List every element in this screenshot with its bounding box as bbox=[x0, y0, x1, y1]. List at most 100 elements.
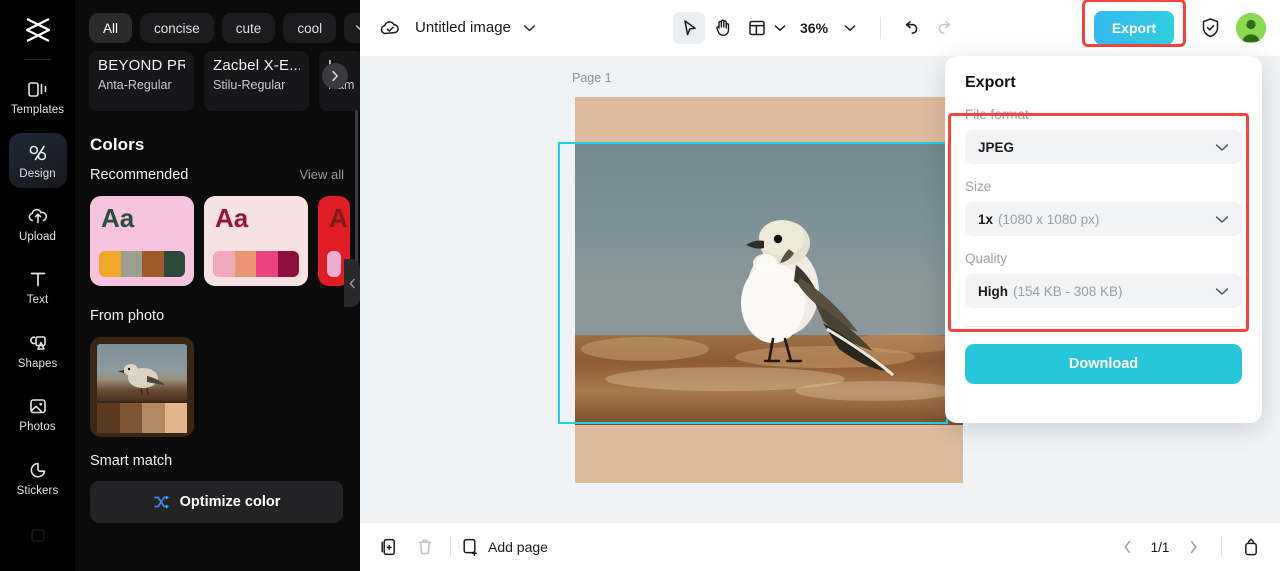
hand-icon bbox=[714, 18, 732, 37]
sidebar-item-more[interactable] bbox=[9, 508, 67, 563]
size-label: Size bbox=[965, 179, 992, 194]
layout-panel-icon bbox=[741, 12, 773, 44]
chevron-down-icon bbox=[1215, 287, 1229, 296]
chip-concise[interactable]: concise bbox=[140, 13, 214, 43]
hand-tool-button[interactable] bbox=[707, 12, 739, 44]
chip-more-button[interactable] bbox=[344, 13, 360, 43]
palette-sample-text: A bbox=[329, 203, 348, 233]
quality-label: Quality bbox=[965, 251, 1008, 266]
frames-icon bbox=[27, 524, 49, 546]
filter-chip-row: All concise cute cool bbox=[75, 0, 360, 51]
palette-strip bbox=[99, 251, 185, 277]
recommended-header: Recommended View all bbox=[75, 155, 360, 183]
duplicate-page-icon[interactable] bbox=[374, 532, 404, 562]
font-card[interactable]: Zacbel X-E... Stilu-Regular bbox=[204, 51, 309, 111]
from-photo-card[interactable] bbox=[90, 337, 194, 437]
zoom-level-value[interactable]: 36% bbox=[800, 20, 828, 36]
prev-page-button[interactable] bbox=[1113, 533, 1141, 561]
page-indicator: 1/1 bbox=[1150, 539, 1170, 555]
size-select[interactable]: 1x (1080 x 1080 px) bbox=[965, 202, 1242, 236]
export-popover: Export File format JPEG Size 1x (1080 x … bbox=[945, 56, 1262, 423]
quality-select[interactable]: High (154 KB - 308 KB) bbox=[965, 274, 1242, 308]
bottom-toolbar: Add page 1/1 bbox=[360, 522, 1280, 571]
add-page-label: Add page bbox=[488, 539, 548, 555]
export-popover-title: Export bbox=[965, 74, 1016, 91]
sidebar-item-photos[interactable]: Photos bbox=[9, 387, 67, 442]
optimize-color-label: Optimize color bbox=[179, 494, 281, 510]
sidebar-item-stickers[interactable]: Stickers bbox=[9, 450, 67, 505]
next-page-button[interactable] bbox=[1179, 533, 1207, 561]
font-card-row: BEYOND PRO... Anta-Regular Zacbel X-E...… bbox=[75, 51, 360, 111]
document-title[interactable]: Untitled image bbox=[415, 19, 511, 36]
add-page-button[interactable]: Add page bbox=[461, 537, 548, 557]
palette-sample-text: Aa bbox=[101, 203, 135, 233]
view-all-link[interactable]: View all bbox=[299, 167, 344, 182]
colors-section-title: Colors bbox=[90, 135, 145, 154]
chevron-left-icon bbox=[349, 278, 356, 289]
sidebar-label-templates: Templates bbox=[10, 104, 65, 117]
font-sample: Zacbel X-E... bbox=[213, 57, 300, 74]
sidebar-item-templates[interactable]: Templates bbox=[9, 69, 67, 124]
palette-card[interactable]: Aa bbox=[204, 196, 308, 286]
sidebar-label-text: Text bbox=[26, 294, 49, 307]
export-button-wrapper: Export bbox=[1082, 0, 1186, 47]
top-toolbar: Untitled image 36% Export bbox=[360, 0, 1280, 56]
document-title-caret-icon[interactable] bbox=[523, 24, 536, 32]
file-format-label: File format bbox=[965, 107, 1029, 122]
file-format-select[interactable]: JPEG bbox=[965, 130, 1242, 164]
font-name: Anta-Regular bbox=[98, 78, 172, 92]
page-navigation: 1/1 bbox=[1113, 532, 1266, 562]
shield-check-icon[interactable] bbox=[1194, 12, 1226, 44]
font-card[interactable]: BEYOND PRO... Anta-Regular bbox=[89, 51, 194, 111]
file-format-value: JPEG bbox=[978, 139, 1015, 155]
undo-button[interactable] bbox=[895, 12, 927, 44]
from-photo-thumbnail bbox=[97, 344, 187, 401]
chip-cool[interactable]: cool bbox=[283, 13, 337, 43]
templates-icon bbox=[27, 78, 49, 100]
toolbar-divider bbox=[880, 16, 882, 39]
download-button[interactable]: Download bbox=[965, 344, 1242, 384]
sidebar-label-design: Design bbox=[19, 167, 56, 180]
capcut-logo-icon[interactable] bbox=[18, 14, 58, 47]
panel-collapse-handle[interactable] bbox=[344, 259, 360, 307]
export-button[interactable]: Export bbox=[1094, 10, 1174, 45]
zoom-caret-icon[interactable] bbox=[834, 12, 866, 44]
user-avatar[interactable] bbox=[1236, 12, 1266, 43]
expand-up-icon[interactable] bbox=[1236, 532, 1266, 562]
font-sample: BEYOND PRO... bbox=[98, 57, 185, 74]
page-canvas[interactable] bbox=[575, 97, 963, 483]
sidebar-item-shapes[interactable]: Shapes bbox=[9, 323, 67, 378]
chevron-down-icon bbox=[1215, 215, 1229, 224]
export-divider bbox=[965, 326, 1242, 327]
panel-scrollbar[interactable] bbox=[355, 110, 358, 270]
upload-cloud-icon bbox=[27, 205, 49, 227]
cursor-arrow-icon bbox=[681, 19, 698, 37]
sidebar-item-design[interactable]: Design bbox=[8, 132, 67, 189]
redo-button[interactable] bbox=[929, 12, 961, 44]
trash-icon[interactable] bbox=[410, 532, 440, 562]
bottom-divider bbox=[450, 537, 451, 557]
sidebar-label-upload: Upload bbox=[18, 231, 57, 244]
cloud-save-icon[interactable] bbox=[378, 16, 402, 40]
select-tool-button[interactable] bbox=[673, 11, 705, 44]
photo-element[interactable] bbox=[575, 143, 963, 425]
chip-all[interactable]: All bbox=[89, 13, 133, 43]
palette-card[interactable]: Aa bbox=[90, 196, 194, 286]
layout-tool-button[interactable] bbox=[741, 12, 786, 44]
quality-field: Quality High (154 KB - 308 KB) bbox=[945, 251, 1262, 308]
photo-icon bbox=[27, 395, 49, 417]
font-next-button[interactable] bbox=[322, 63, 348, 89]
sidebar-item-upload[interactable]: Upload bbox=[9, 196, 67, 251]
optimize-color-button[interactable]: Optimize color bbox=[90, 481, 343, 523]
shapes-icon bbox=[27, 332, 49, 354]
palette-strip bbox=[213, 251, 299, 277]
layout-caret-icon bbox=[774, 24, 786, 32]
chevron-right-icon bbox=[331, 70, 339, 82]
undo-icon bbox=[902, 20, 920, 36]
sidebar-item-text[interactable]: Text bbox=[9, 260, 67, 315]
font-name: Stilu-Regular bbox=[213, 78, 286, 92]
size-value: 1x bbox=[978, 211, 994, 227]
chip-cute[interactable]: cute bbox=[221, 13, 276, 43]
sidebar-label-photos: Photos bbox=[19, 421, 56, 434]
redo-icon bbox=[936, 20, 954, 36]
